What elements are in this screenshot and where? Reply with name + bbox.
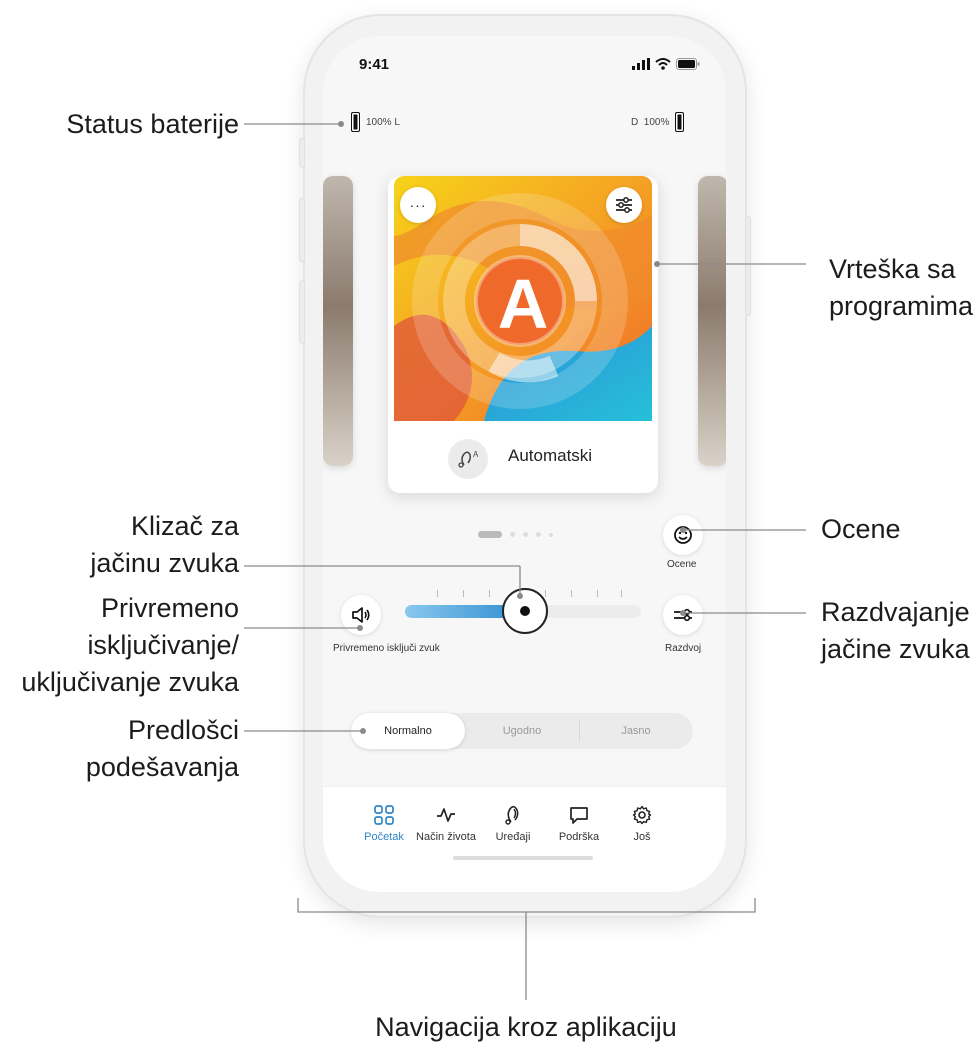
slider-tick xyxy=(571,590,572,597)
slider-tick xyxy=(597,590,598,597)
slider-tick xyxy=(437,590,438,597)
hearing-aid-icon xyxy=(505,805,519,825)
speaker-icon xyxy=(352,607,370,623)
battery-right-label: D 100% xyxy=(631,116,670,128)
more-icon: ··· xyxy=(409,197,427,213)
annotation-ratings: Ocene xyxy=(821,514,901,544)
tab-support[interactable]: Podrška xyxy=(544,805,614,843)
annotation-volume-split: Razdvajanje jačine zvuka xyxy=(821,597,970,664)
annotation-program-carousel: Vrteška sa programima xyxy=(829,254,974,321)
wifi-icon xyxy=(655,58,671,70)
mute-label: Privremeno isključi zvuk xyxy=(333,643,440,654)
segment-divider xyxy=(579,721,580,741)
annotation-battery-status: Status baterije xyxy=(66,109,239,139)
page-dot[interactable] xyxy=(549,532,553,537)
preset-selector[interactable]: Normalno Ugodno Jasno xyxy=(351,713,693,749)
battery-left-label: 100% L xyxy=(366,116,400,128)
signal-icon xyxy=(632,58,650,70)
page-dot[interactable] xyxy=(536,532,541,537)
tab-home[interactable]: Početak xyxy=(349,805,419,843)
battery-left: 100% L xyxy=(351,112,400,132)
tab-home-label: Početak xyxy=(364,831,404,843)
chat-icon xyxy=(570,807,588,824)
status-time: 9:41 xyxy=(359,56,390,73)
tab-more[interactable]: Još xyxy=(607,805,677,843)
tab-lifestyle[interactable]: Način života xyxy=(411,805,481,843)
tab-more-label: Još xyxy=(633,831,651,843)
status-icons xyxy=(632,58,700,70)
ratings-label: Ocene xyxy=(667,559,697,570)
split-label: Razdvoj xyxy=(665,643,702,654)
volume-slider-knob[interactable] xyxy=(502,588,548,634)
phone-side-button xyxy=(299,280,305,344)
program-type-icon: A xyxy=(448,439,488,479)
bottom-tab-bar: Početak Način života Uređaji Podrška Još xyxy=(323,786,726,892)
pulse-icon xyxy=(437,808,455,822)
page-dot[interactable] xyxy=(523,532,528,537)
smiley-icon xyxy=(674,526,692,544)
app-screen: 9:41 100% L D 100% A ··· A Automatski Oc… xyxy=(323,36,726,892)
slider-tick xyxy=(489,590,490,597)
mute-button[interactable] xyxy=(341,595,381,635)
home-indicator xyxy=(453,856,593,860)
preset-comfort[interactable]: Ugodno xyxy=(465,713,579,749)
slider-tick xyxy=(545,590,546,597)
tab-lifestyle-label: Način života xyxy=(416,831,476,843)
split-volume-button[interactable] xyxy=(663,595,703,635)
gear-icon xyxy=(632,805,652,825)
slider-tick xyxy=(621,590,622,597)
more-options-button[interactable]: ··· xyxy=(400,187,436,223)
page-dot[interactable] xyxy=(478,531,502,538)
preset-normal[interactable]: Normalno xyxy=(351,713,465,749)
carousel-next-card[interactable] xyxy=(698,176,726,466)
carousel-prev-card[interactable] xyxy=(323,176,353,466)
annotation-app-navigation: Navigacija kroz aplikaciju xyxy=(375,1012,677,1042)
page-dot[interactable] xyxy=(510,532,515,537)
annotation-presets: Predlošci podešavanja xyxy=(85,715,239,782)
battery-icon xyxy=(675,112,685,132)
phone-power-button xyxy=(745,216,751,316)
phone-side-button xyxy=(299,198,305,262)
battery-status-icon xyxy=(676,58,700,70)
phone-side-button xyxy=(299,138,305,168)
program-name: Automatski xyxy=(508,446,593,465)
preset-clear[interactable]: Jasno xyxy=(579,713,693,749)
tab-devices[interactable]: Uređaji xyxy=(478,805,548,843)
volume-knob-dot xyxy=(520,606,530,616)
tab-devices-label: Uređaji xyxy=(495,831,531,843)
battery-right: D 100% xyxy=(631,112,685,132)
battery-icon xyxy=(351,112,360,132)
annotation-volume-slider: Klizač za jačinu zvuka xyxy=(90,511,239,578)
carousel-pagination[interactable] xyxy=(478,531,553,538)
program-settings-button[interactable] xyxy=(606,187,642,223)
tab-support-label: Podrška xyxy=(558,831,600,843)
sliders-icon xyxy=(616,197,632,213)
hearing-aid-auto-icon: A xyxy=(458,450,479,468)
slider-tick xyxy=(463,590,464,597)
ratings-button[interactable] xyxy=(663,515,703,555)
split-icon xyxy=(674,608,692,622)
program-card[interactable]: A ··· A Automatski xyxy=(388,176,658,493)
grid-icon xyxy=(374,805,394,825)
svg-text:A: A xyxy=(473,450,479,459)
annotation-mute-toggle: Privremeno isključivanje/ uključivanje z… xyxy=(21,593,239,697)
